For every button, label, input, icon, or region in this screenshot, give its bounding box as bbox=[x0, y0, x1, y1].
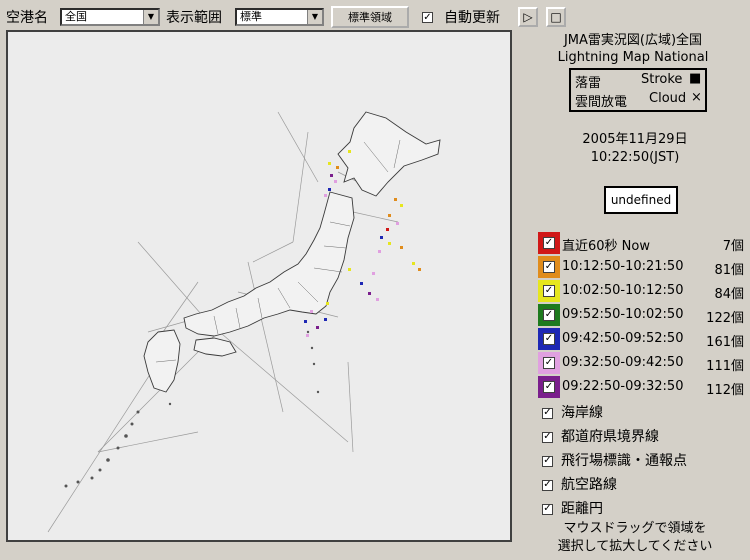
observation-date: 2005年11月29日 bbox=[582, 132, 688, 147]
layer-toggle-row[interactable]: ✓ 飛行場標識・通報点 bbox=[542, 450, 687, 470]
time-bin-count: 111個 bbox=[706, 359, 744, 374]
play-button[interactable]: ▷ bbox=[518, 7, 538, 27]
airport-label: 空港名 bbox=[6, 10, 48, 26]
checkmark-icon[interactable]: ✓ bbox=[543, 357, 555, 369]
time-bin-row: ✓ 09:42:50-09:52:50 161個 bbox=[538, 328, 748, 350]
range-label: 表示範囲 bbox=[166, 10, 222, 26]
time-bin-swatch[interactable]: ✓ bbox=[538, 280, 560, 302]
time-bin-row: ✓ 10:02:50-10:12:50 84個 bbox=[538, 280, 748, 302]
checkmark-icon[interactable]: ✓ bbox=[543, 381, 555, 393]
izu-islands bbox=[306, 330, 320, 394]
time-bin-count: 84個 bbox=[714, 287, 744, 302]
layer-label: 飛行場標識・通報点 bbox=[561, 453, 687, 469]
checkmark-icon[interactable]: ✓ bbox=[542, 455, 553, 467]
time-bin-row: ✓ 09:52:50-10:02:50 122個 bbox=[538, 304, 748, 326]
layer-toggle-row[interactable]: ✓ 航空路線 bbox=[542, 474, 617, 494]
stroke-square-icon: ■ bbox=[689, 71, 702, 86]
range-select[interactable]: 標準 ▼ bbox=[235, 8, 324, 26]
time-bin-swatch[interactable]: ✓ bbox=[538, 328, 560, 350]
time-bin-range: 直近60秒 Now bbox=[562, 239, 650, 254]
layer-toggle-row[interactable]: ✓ 距離円 bbox=[542, 498, 603, 518]
time-bin-range: 10:02:50-10:12:50 bbox=[562, 283, 684, 298]
auto-update-checkbox[interactable]: ✓ bbox=[422, 10, 433, 25]
checkmark-icon[interactable]: ✓ bbox=[543, 237, 555, 249]
legend-stroke-en: Stroke bbox=[641, 72, 683, 87]
time-bin-range: 09:22:50-09:32:50 bbox=[562, 379, 684, 394]
checkmark-icon[interactable]: ✓ bbox=[543, 285, 555, 297]
airport-select[interactable]: 全国 ▼ bbox=[60, 8, 160, 26]
checkmark-icon[interactable]: ✓ bbox=[543, 333, 555, 345]
airport-select-value: 全国 bbox=[65, 10, 87, 23]
time-bin-range: 09:52:50-10:02:50 bbox=[562, 307, 684, 322]
time-bin-row: ✓ 10:12:50-10:21:50 81個 bbox=[538, 256, 748, 278]
checkmark-icon[interactable]: ✓ bbox=[543, 261, 555, 273]
observation-time: 10:22:50(JST) bbox=[590, 150, 680, 165]
auto-update-label: 自動更新 bbox=[444, 10, 500, 26]
legend-stroke-jp: 落雷 bbox=[575, 76, 602, 91]
kyushu-landmass bbox=[143, 329, 181, 393]
time-bin-range: 09:32:50-09:42:50 bbox=[562, 355, 684, 370]
layer-label: 距離円 bbox=[561, 501, 603, 517]
time-bin-count: 7個 bbox=[722, 239, 744, 254]
layer-label: 航空路線 bbox=[561, 477, 617, 493]
status-box: undefined bbox=[604, 186, 678, 214]
time-bin-swatch[interactable]: ✓ bbox=[538, 232, 560, 254]
hint-line-2: 選択して拡大してください bbox=[557, 539, 713, 554]
map-subtitle: Lightning Map National bbox=[557, 50, 709, 65]
range-select-value: 標準 bbox=[240, 10, 262, 23]
stop-icon: □ bbox=[550, 10, 562, 24]
standard-area-button[interactable]: 標準領域 bbox=[331, 6, 409, 28]
map-title: JMA雷実況図(広域)全国 bbox=[563, 33, 703, 48]
time-bin-row: ✓ 09:22:50-09:32:50 112個 bbox=[538, 376, 748, 398]
hokkaido-landmass bbox=[337, 111, 441, 197]
time-bin-range: 10:12:50-10:21:50 bbox=[562, 259, 684, 274]
japan-map-svg[interactable] bbox=[8, 32, 510, 540]
stop-button[interactable]: □ bbox=[546, 7, 566, 27]
legend-cloud-en: Cloud bbox=[649, 91, 687, 106]
layer-toggle-row[interactable]: ✓ 都道府県境界線 bbox=[542, 426, 659, 446]
time-bin-count: 122個 bbox=[706, 311, 744, 326]
time-bin-count: 81個 bbox=[714, 263, 744, 278]
checkmark-icon[interactable]: ✓ bbox=[542, 431, 553, 443]
hint-line-1: マウスドラッグで領域を bbox=[563, 521, 707, 536]
legend-box: 落雷 Stroke ■ 雲間放電 Cloud × bbox=[569, 68, 707, 112]
lightning-map[interactable] bbox=[6, 30, 512, 542]
time-bin-swatch[interactable]: ✓ bbox=[538, 304, 560, 326]
time-bin-swatch[interactable]: ✓ bbox=[538, 256, 560, 278]
play-icon: ▷ bbox=[523, 10, 533, 24]
time-bin-row: ✓ 直近60秒 Now 7個 bbox=[538, 232, 748, 254]
time-bin-swatch[interactable]: ✓ bbox=[538, 352, 560, 374]
legend-cloud-jp: 雲間放電 bbox=[575, 95, 628, 110]
time-bin-swatch[interactable]: ✓ bbox=[538, 376, 560, 398]
time-bin-range: 09:42:50-09:52:50 bbox=[562, 331, 684, 346]
layer-toggle-row[interactable]: ✓ 海岸線 bbox=[542, 402, 603, 422]
dropdown-arrow-icon[interactable]: ▼ bbox=[307, 10, 322, 24]
checkmark-icon[interactable]: ✓ bbox=[542, 479, 553, 491]
checkmark-icon[interactable]: ✓ bbox=[542, 407, 553, 419]
dropdown-arrow-icon[interactable]: ▼ bbox=[143, 10, 158, 24]
checkmark-icon[interactable]: ✓ bbox=[542, 503, 553, 515]
checkmark-icon[interactable]: ✓ bbox=[543, 309, 555, 321]
checkmark-icon[interactable]: ✓ bbox=[422, 12, 433, 23]
ryukyu-islands bbox=[64, 402, 172, 488]
layer-label: 海岸線 bbox=[561, 405, 603, 421]
time-bin-row: ✓ 09:32:50-09:42:50 111個 bbox=[538, 352, 748, 374]
time-bin-count: 161個 bbox=[706, 335, 744, 350]
cloud-cross-icon: × bbox=[691, 90, 702, 105]
layer-label: 都道府県境界線 bbox=[561, 429, 659, 445]
time-bin-count: 112個 bbox=[706, 383, 744, 398]
